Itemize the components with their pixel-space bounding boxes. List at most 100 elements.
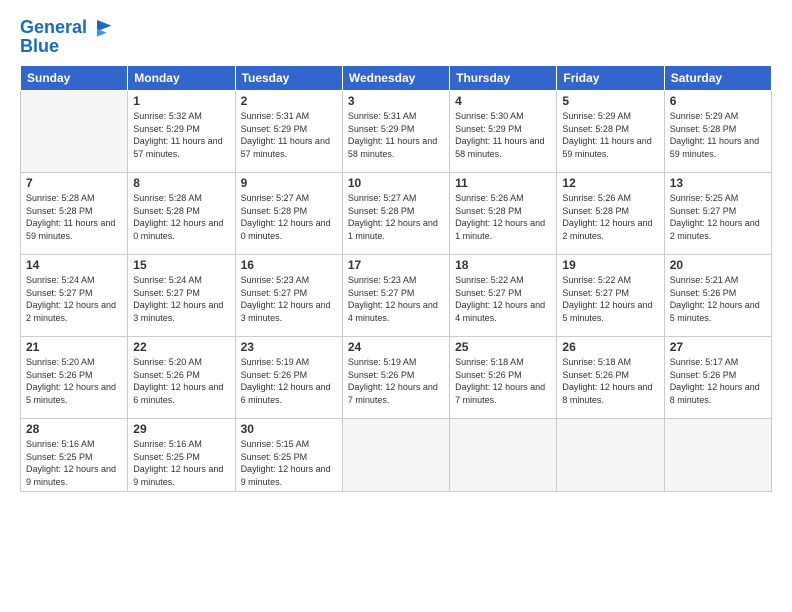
col-header-friday: Friday [557,66,664,91]
calendar-cell: 28 Sunrise: 5:16 AMSunset: 5:25 PMDayligh… [21,419,128,492]
calendar-cell: 7 Sunrise: 5:28 AMSunset: 5:28 PMDaylight… [21,173,128,255]
col-header-thursday: Thursday [450,66,557,91]
calendar-cell: 18Sunrise: 5:22 AMSunset: 5:27 PMDayligh… [450,255,557,337]
header: General Blue [20,16,772,57]
calendar-cell: 27 Sunrise: 5:17 AMSunset: 5:26 PMDayligh… [664,337,771,419]
day-number: 30 [241,422,337,436]
day-number: 27 [670,340,766,354]
calendar-cell: 1 Sunrise: 5:32 AMSunset: 5:29 PMDaylight… [128,91,235,173]
day-info: Sunrise: 5:30 AMSunset: 5:29 PMDaylight:… [455,110,551,160]
day-info: Sunrise: 5:28 AMSunset: 5:28 PMDaylight:… [133,192,229,242]
calendar-header-row: SundayMondayTuesdayWednesdayThursdayFrid… [21,66,772,91]
calendar-cell: 19 Sunrise: 5:22 AMSunset: 5:27 PMDayligh… [557,255,664,337]
day-number: 28 [26,422,122,436]
day-number: 20 [670,258,766,272]
day-number: 15 [133,258,229,272]
day-info: Sunrise: 5:23 AMSunset: 5:27 PMDaylight:… [241,274,337,324]
calendar-cell [557,419,664,492]
day-info: Sunrise: 5:19 AMSunset: 5:26 PMDaylight:… [241,356,337,406]
calendar-cell: 2Sunrise: 5:31 AMSunset: 5:29 PMDaylight… [235,91,342,173]
week-row-3: 14 Sunrise: 5:24 AMSunset: 5:27 PMDayligh… [21,255,772,337]
week-row-1: 1 Sunrise: 5:32 AMSunset: 5:29 PMDaylight… [21,91,772,173]
day-number: 26 [562,340,658,354]
day-number: 29 [133,422,229,436]
calendar-cell: 4 Sunrise: 5:30 AMSunset: 5:29 PMDaylight… [450,91,557,173]
day-info: Sunrise: 5:29 AMSunset: 5:28 PMDaylight:… [562,110,658,160]
day-info: Sunrise: 5:25 AMSunset: 5:27 PMDaylight:… [670,192,766,242]
calendar-cell: 16 Sunrise: 5:23 AMSunset: 5:27 PMDayligh… [235,255,342,337]
calendar-cell: 9Sunrise: 5:27 AMSunset: 5:28 PMDaylight… [235,173,342,255]
day-info: Sunrise: 5:26 AMSunset: 5:28 PMDaylight:… [455,192,551,242]
col-header-monday: Monday [128,66,235,91]
day-number: 6 [670,94,766,108]
day-number: 10 [348,176,444,190]
day-info: Sunrise: 5:16 AMSunset: 5:25 PMDaylight:… [26,438,122,488]
calendar-cell: 10 Sunrise: 5:27 AMSunset: 5:28 PMDayligh… [342,173,449,255]
day-number: 13 [670,176,766,190]
calendar-cell: 15 Sunrise: 5:24 AMSunset: 5:27 PMDayligh… [128,255,235,337]
logo-icon [89,16,113,40]
day-info: Sunrise: 5:27 AMSunset: 5:28 PMDaylight:… [348,192,444,242]
day-info: Sunrise: 5:20 AMSunset: 5:26 PMDaylight:… [133,356,229,406]
day-info: Sunrise: 5:20 AMSunset: 5:26 PMDaylight:… [26,356,122,406]
day-info: Sunrise: 5:32 AMSunset: 5:29 PMDaylight:… [133,110,229,160]
day-number: 7 [26,176,122,190]
calendar-cell: 23 Sunrise: 5:19 AMSunset: 5:26 PMDayligh… [235,337,342,419]
day-info: Sunrise: 5:26 AMSunset: 5:28 PMDaylight:… [562,192,658,242]
calendar-cell: 21 Sunrise: 5:20 AMSunset: 5:26 PMDayligh… [21,337,128,419]
day-info: Sunrise: 5:28 AMSunset: 5:28 PMDaylight:… [26,192,122,242]
day-info: Sunrise: 5:16 AMSunset: 5:25 PMDaylight:… [133,438,229,488]
calendar-cell [450,419,557,492]
calendar-cell: 25 Sunrise: 5:18 AMSunset: 5:26 PMDayligh… [450,337,557,419]
day-number: 5 [562,94,658,108]
day-info: Sunrise: 5:21 AMSunset: 5:26 PMDaylight:… [670,274,766,324]
calendar-cell [664,419,771,492]
day-info: Sunrise: 5:22 AMSunset: 5:27 PMDaylight:… [562,274,658,324]
calendar-cell: 3 Sunrise: 5:31 AMSunset: 5:29 PMDaylight… [342,91,449,173]
day-number: 8 [133,176,229,190]
calendar-cell: 17Sunrise: 5:23 AMSunset: 5:27 PMDayligh… [342,255,449,337]
calendar-cell: 20 Sunrise: 5:21 AMSunset: 5:26 PMDayligh… [664,255,771,337]
logo-text: General [20,18,87,38]
col-header-wednesday: Wednesday [342,66,449,91]
day-number: 24 [348,340,444,354]
logo: General Blue [20,16,113,57]
day-info: Sunrise: 5:18 AMSunset: 5:26 PMDaylight:… [455,356,551,406]
day-number: 11 [455,176,551,190]
calendar-cell: 24 Sunrise: 5:19 AMSunset: 5:26 PMDayligh… [342,337,449,419]
calendar-cell: 12 Sunrise: 5:26 AMSunset: 5:28 PMDayligh… [557,173,664,255]
day-number: 21 [26,340,122,354]
day-number: 23 [241,340,337,354]
day-number: 4 [455,94,551,108]
calendar-cell: 26 Sunrise: 5:18 AMSunset: 5:26 PMDayligh… [557,337,664,419]
day-number: 9 [241,176,337,190]
day-number: 25 [455,340,551,354]
week-row-4: 21 Sunrise: 5:20 AMSunset: 5:26 PMDayligh… [21,337,772,419]
col-header-sunday: Sunday [21,66,128,91]
day-info: Sunrise: 5:19 AMSunset: 5:26 PMDaylight:… [348,356,444,406]
day-number: 22 [133,340,229,354]
calendar-cell: 22 Sunrise: 5:20 AMSunset: 5:26 PMDayligh… [128,337,235,419]
calendar-cell [21,91,128,173]
day-number: 12 [562,176,658,190]
day-number: 19 [562,258,658,272]
day-info: Sunrise: 5:24 AMSunset: 5:27 PMDaylight:… [133,274,229,324]
day-number: 14 [26,258,122,272]
day-info: Sunrise: 5:18 AMSunset: 5:26 PMDaylight:… [562,356,658,406]
day-number: 18 [455,258,551,272]
day-info: Sunrise: 5:17 AMSunset: 5:26 PMDaylight:… [670,356,766,406]
day-info: Sunrise: 5:15 AMSunset: 5:25 PMDaylight:… [241,438,337,488]
day-info: Sunrise: 5:24 AMSunset: 5:27 PMDaylight:… [26,274,122,324]
day-number: 16 [241,258,337,272]
week-row-5: 28 Sunrise: 5:16 AMSunset: 5:25 PMDayligh… [21,419,772,492]
page: General Blue SundayMondayTuesdayWednesda… [0,0,792,612]
calendar-cell: 13 Sunrise: 5:25 AMSunset: 5:27 PMDayligh… [664,173,771,255]
day-number: 1 [133,94,229,108]
day-number: 2 [241,94,337,108]
day-info: Sunrise: 5:29 AMSunset: 5:28 PMDaylight:… [670,110,766,160]
calendar-cell [342,419,449,492]
day-number: 3 [348,94,444,108]
day-info: Sunrise: 5:31 AMSunset: 5:29 PMDaylight:… [348,110,444,160]
day-number: 17 [348,258,444,272]
calendar-cell: 29 Sunrise: 5:16 AMSunset: 5:25 PMDayligh… [128,419,235,492]
